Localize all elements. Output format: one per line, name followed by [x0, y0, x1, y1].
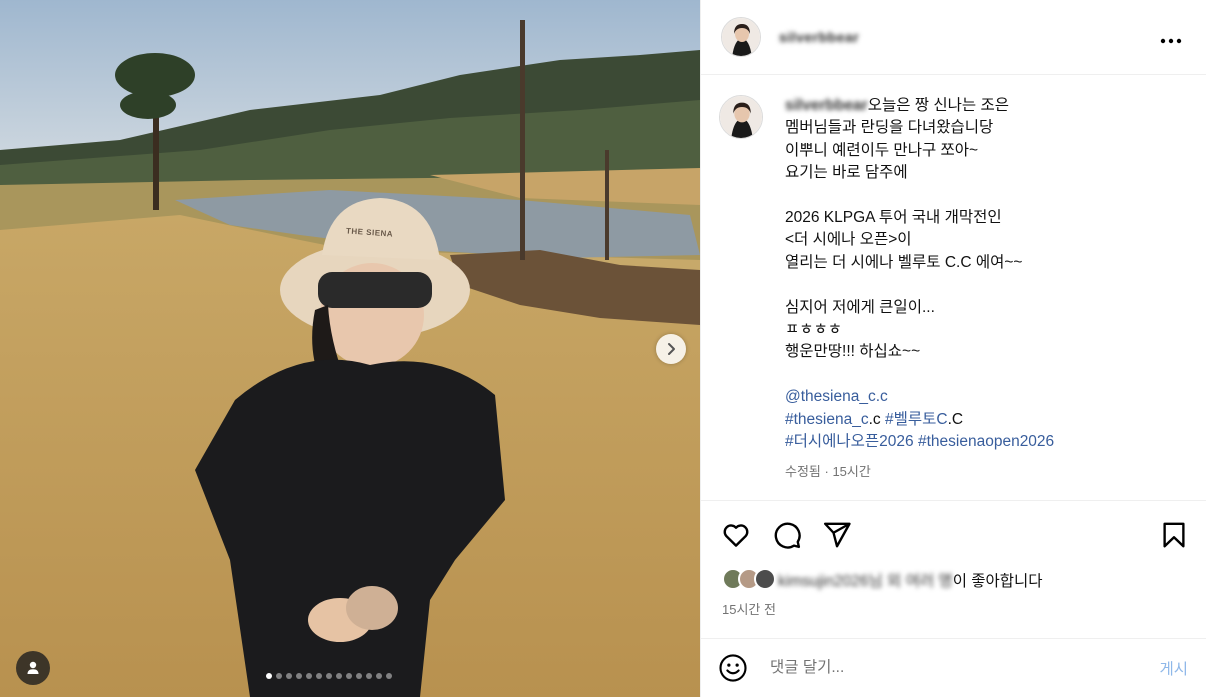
meta-separator: · — [820, 464, 833, 480]
caption-line-text: 행운만땅!!! 하십쇼~~ — [785, 343, 921, 361]
caption-line: 심지어 저에게 큰일이... — [785, 297, 1185, 319]
post-panel: silverbbear silverbbear오늘은 짱 신나는 조은 멤버님들과… — [700, 0, 1206, 697]
caption-line-text: 심지어 저에게 큰일이... — [785, 298, 935, 316]
caption-line-text: <더 시에나 오픈>이 — [785, 231, 912, 249]
carousel-dot — [336, 673, 342, 679]
hashtag-plain-text: .C — [947, 410, 964, 428]
user-tag-icon — [27, 661, 39, 674]
likers-names[interactable]: kimsujin2026님 외 여러 명 — [778, 573, 953, 590]
tagged-users-button[interactable] — [16, 651, 50, 685]
like-button[interactable] — [721, 520, 751, 550]
post-time[interactable]: 15시간 전 — [722, 599, 776, 618]
caption-line — [785, 185, 1185, 207]
hashtag-link[interactable]: #thesiena_c — [785, 411, 869, 428]
post-header: silverbbear — [701, 0, 1206, 75]
caption-meta: 수정됨 · 15시간 — [785, 461, 1185, 483]
likes-text: kimsujin2026님 외 여러 명이 좋아합니다 — [778, 569, 1043, 591]
caption-username[interactable]: silverbbear — [785, 97, 868, 114]
carousel-indicator — [266, 673, 392, 679]
caption-line: 2026 KLPGA 투어 국내 개막전인 — [785, 207, 1185, 229]
heart-icon — [723, 524, 749, 547]
caption-line — [785, 364, 1185, 386]
mention-link[interactable]: @thesiena_c.c — [785, 388, 888, 405]
caption-line-text: 이뿌니 예련이두 만나구 쪼아~ — [785, 141, 979, 159]
caption-line: 요기는 바로 담주에 — [785, 162, 1185, 184]
carousel-dot — [316, 673, 322, 679]
liker-avatars — [722, 568, 778, 592]
caption-line: 열리는 더 시에나 벨루토 C.C 에여~~ — [785, 252, 1185, 274]
caption-line-text: 오늘은 짱 신나는 조은 — [867, 97, 1009, 114]
carousel-dot — [276, 673, 282, 679]
caption-line: 멤버님들과 란딩을 다녀왔습니당 — [785, 117, 1185, 139]
share-button[interactable] — [822, 520, 852, 550]
carousel-dot — [366, 673, 372, 679]
caption-text: silverbbear오늘은 짱 신나는 조은멤버님들과 란딩을 다녀왔습니당이… — [785, 95, 1185, 500]
caption-time[interactable]: 15시간 — [832, 464, 870, 479]
emoji-smile-icon — [719, 654, 747, 682]
carousel-dot — [346, 673, 352, 679]
hashtags-line: #더시에나오픈2026 #thesienaopen2026 — [785, 431, 1185, 453]
caption-line: <더 시에나 오픈>이 — [785, 229, 1185, 251]
caption-line-text: 멤버님들과 란딩을 다녀왔습니당 — [785, 119, 994, 137]
caption-line-text: ㅍㅎㅎㅎ — [785, 321, 843, 339]
send-icon — [823, 522, 851, 548]
hashtag-link[interactable]: #더시에나오픈2026 — [785, 433, 914, 450]
caption-avatar[interactable] — [719, 95, 763, 139]
caption-line-text: 요기는 바로 담주에 — [785, 164, 908, 182]
caption-line-text: 열리는 더 시에나 벨루토 C.C 에여~~ — [785, 253, 1023, 271]
comment-icon — [774, 522, 801, 549]
hashtag-link[interactable]: #벨루토C — [885, 411, 948, 428]
bookmark-icon — [1163, 522, 1185, 548]
hashtag-plain-text: .c — [868, 410, 885, 428]
comment-bar: 게시 — [700, 638, 1206, 697]
carousel-dot — [306, 673, 312, 679]
post-photo[interactable]: THE SIENA — [0, 0, 700, 697]
profile-photo — [720, 96, 762, 138]
carousel-dot — [356, 673, 362, 679]
carousel-dot — [296, 673, 302, 679]
carousel-dot — [326, 673, 332, 679]
likes-suffix: 이 좋아합니다 — [952, 573, 1043, 590]
carousel-dot — [376, 673, 382, 679]
caption-line: ㅍㅎㅎㅎ — [785, 319, 1185, 341]
caption-line — [785, 274, 1185, 296]
save-button[interactable] — [1159, 520, 1189, 550]
caption-line: silverbbear오늘은 짱 신나는 조은 — [785, 95, 1185, 117]
golf-course-photo — [0, 0, 700, 697]
more-options-button[interactable] — [1160, 28, 1182, 48]
caption-lines: silverbbear오늘은 짱 신나는 조은멤버님들과 란딩을 다녀왔습니당이… — [785, 95, 1185, 386]
avatar — [754, 568, 776, 590]
comment-input[interactable] — [770, 659, 1152, 677]
hashtags-line: #thesiena_c.c #벨루토C.C — [785, 409, 1185, 431]
comment-button[interactable] — [772, 520, 802, 550]
caption-line: 이뿌니 예련이두 만나구 쪼아~ — [785, 140, 1185, 162]
likes-summary[interactable]: kimsujin2026님 외 여러 명이 좋아합니다 — [722, 568, 1043, 592]
caption-section: silverbbear오늘은 짱 신나는 조은멤버님들과 란딩을 다녀왔습니당이… — [701, 75, 1206, 501]
carousel-dot — [386, 673, 392, 679]
profile-photo — [722, 18, 760, 56]
caption-line: 행운만땅!!! 하십쇼~~ — [785, 341, 1185, 363]
more-horizontal-icon — [1160, 38, 1182, 44]
emoji-button[interactable] — [718, 653, 748, 683]
carousel-dot — [286, 673, 292, 679]
carousel-dot — [266, 673, 272, 679]
hashtag-link[interactable]: #thesienaopen2026 — [918, 433, 1054, 450]
chevron-right-icon — [668, 343, 675, 355]
caption-line-text: 2026 KLPGA 투어 국내 개막전인 — [785, 209, 1002, 227]
avatar[interactable] — [721, 17, 761, 57]
action-bar — [701, 501, 1206, 569]
next-photo-button[interactable] — [656, 334, 686, 364]
edited-label: 수정됨 — [785, 464, 821, 480]
post-username[interactable]: silverbbear — [779, 29, 859, 45]
post-comment-button[interactable]: 게시 — [1159, 657, 1188, 679]
